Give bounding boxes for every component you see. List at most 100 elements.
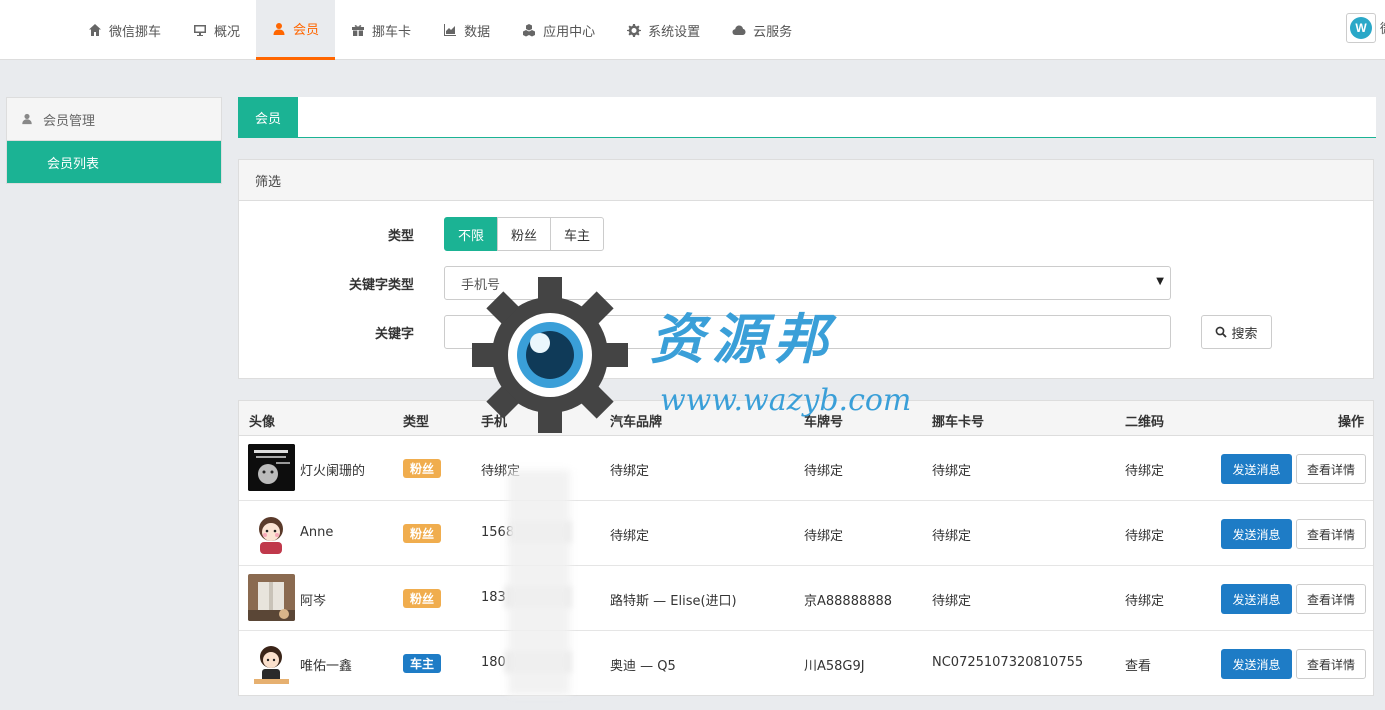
avatar <box>248 574 295 621</box>
filter-keyword-label: 关键字 <box>374 326 414 342</box>
member-car-brand: 奥迪 — Q5 <box>610 659 676 674</box>
member-name: 唯佑一鑫 <box>300 659 353 674</box>
main-content: 会员 筛选 类型 不限 粉丝 车主 关键字类型 手机号 ▼ 关键字 搜索 头像 … <box>238 97 1376 696</box>
keyword-type-value: 手机号 <box>461 277 501 293</box>
nav-item-label: 挪车卡 <box>372 24 412 40</box>
tab-bar: 会员 <box>238 97 1376 138</box>
caret-down-icon: ▼ <box>1156 276 1164 287</box>
member-qrcode: 待绑定 <box>1125 529 1165 544</box>
top-navbar: 微信挪车 概况 会员 挪车卡 数据 应用中心 系统设置 云服务 W <box>0 0 1385 60</box>
filter-keyword-type-label: 关键字类型 <box>348 277 414 293</box>
view-details-button[interactable]: 查看详情 <box>1296 584 1366 614</box>
member-car-brand: 待绑定 <box>610 464 650 479</box>
type-badge: 粉丝 <box>403 459 442 478</box>
keyword-input[interactable] <box>444 315 1171 349</box>
header-avatar: 头像 <box>249 415 276 430</box>
nav-item-move-card[interactable]: 挪车卡 <box>335 0 427 60</box>
search-icon <box>1216 326 1228 338</box>
member-plate: 待绑定 <box>804 529 844 544</box>
type-button-group: 不限 粉丝 车主 <box>444 217 605 251</box>
header-card-number: 挪车卡号 <box>932 415 985 430</box>
nav-item-data[interactable]: 数据 <box>427 0 506 60</box>
header-phone: 手机 <box>481 415 508 430</box>
phone-redaction-strip <box>508 470 570 695</box>
user-avatar[interactable]: W <box>1346 13 1376 43</box>
filter-type-row: 类型 不限 粉丝 车主 <box>239 217 1375 251</box>
member-card-number: 待绑定 <box>932 594 972 609</box>
user-name[interactable]: 微 <box>1380 18 1385 37</box>
member-car-brand: 待绑定 <box>610 529 650 544</box>
user-icon <box>22 113 32 125</box>
filter-panel: 筛选 类型 不限 粉丝 车主 关键字类型 手机号 ▼ 关键字 搜索 <box>238 159 1374 379</box>
keyword-type-select[interactable]: 手机号 ▼ <box>444 266 1171 300</box>
member-card-number: 待绑定 <box>932 464 972 479</box>
desktop-icon <box>193 23 207 37</box>
avatar <box>248 639 295 686</box>
table-row: Anne 粉丝 1568 待绑定 待绑定 待绑定 待绑定 发送消息 查看详情 <box>239 501 1373 566</box>
gear-icon <box>627 23 642 37</box>
send-message-button[interactable]: 发送消息 <box>1221 649 1292 679</box>
send-message-button[interactable]: 发送消息 <box>1221 454 1292 484</box>
nav-item-label: 云服务 <box>753 24 793 40</box>
cubes-icon <box>522 23 536 37</box>
table-row: 阿岑 粉丝 183 路特斯 — Elise(进口) 京A88888888 待绑定… <box>239 566 1373 631</box>
avatar <box>248 444 295 491</box>
search-button[interactable]: 搜索 <box>1201 315 1272 349</box>
nav-item-label: 概况 <box>214 24 241 40</box>
cloud-icon <box>732 23 746 37</box>
header-qrcode: 二维码 <box>1125 415 1165 430</box>
type-badge: 粉丝 <box>403 524 442 543</box>
sidebar-item-member-list[interactable]: 会员列表 <box>7 141 221 183</box>
member-name: 灯火阑珊的 <box>300 464 366 479</box>
send-message-button[interactable]: 发送消息 <box>1221 519 1292 549</box>
nav-item-label: 数据 <box>464 24 491 40</box>
view-details-button[interactable]: 查看详情 <box>1296 649 1366 679</box>
header-plate: 车牌号 <box>804 415 844 430</box>
member-name: 阿岑 <box>300 594 327 609</box>
tab-members[interactable]: 会员 <box>238 97 298 138</box>
view-details-button[interactable]: 查看详情 <box>1296 454 1366 484</box>
nav-item-cloud-service[interactable]: 云服务 <box>716 0 808 60</box>
type-badge: 车主 <box>403 654 442 673</box>
nav-item-app-center[interactable]: 应用中心 <box>506 0 611 60</box>
sidebar-header: 会员管理 <box>7 98 221 141</box>
nav-item-label: 应用中心 <box>543 24 596 40</box>
sidebar: 会员管理 会员列表 <box>6 97 222 184</box>
member-plate: 待绑定 <box>804 464 844 479</box>
home-icon <box>88 23 102 37</box>
main-nav: 微信挪车 概况 会员 挪车卡 数据 应用中心 系统设置 云服务 <box>72 0 808 60</box>
view-details-button[interactable]: 查看详情 <box>1296 519 1366 549</box>
member-table: 头像 类型 手机 汽车品牌 车牌号 挪车卡号 二维码 操作 灯火阑珊的 粉丝 待… <box>238 400 1374 696</box>
member-plate: 京A88888888 <box>804 594 893 609</box>
nav-item-system-settings[interactable]: 系统设置 <box>611 0 716 60</box>
search-button-label: 搜索 <box>1231 326 1258 342</box>
type-option-owner[interactable]: 车主 <box>550 217 605 251</box>
sidebar-item-label: 会员列表 <box>47 156 100 172</box>
member-card-number: NC0725107320810755 <box>932 655 1084 670</box>
member-card-number: 待绑定 <box>932 529 972 544</box>
member-qrcode: 待绑定 <box>1125 594 1165 609</box>
nav-item-members[interactable]: 会员 <box>256 0 336 60</box>
nav-item-label: 微信挪车 <box>109 24 162 40</box>
filter-type-label: 类型 <box>387 228 414 244</box>
avatar <box>248 509 295 556</box>
member-qrcode: 待绑定 <box>1125 464 1165 479</box>
area-chart-icon <box>443 23 457 37</box>
header-car-brand: 汽车品牌 <box>610 415 663 430</box>
table-header: 头像 类型 手机 汽车品牌 车牌号 挪车卡号 二维码 操作 <box>239 401 1373 436</box>
table-row: 唯佑一鑫 车主 180 奥迪 — Q5 川A58G9J NC0725107320… <box>239 631 1373 695</box>
member-plate: 川A58G9J <box>804 659 865 674</box>
filter-keyword-row: 关键字 搜索 <box>239 315 1375 349</box>
filter-panel-title: 筛选 <box>239 160 1373 201</box>
type-option-all[interactable]: 不限 <box>444 217 499 251</box>
nav-item-label: 会员 <box>293 23 320 38</box>
type-option-fan[interactable]: 粉丝 <box>497 217 552 251</box>
view-qrcode-link[interactable]: 查看 <box>1125 655 1151 674</box>
nav-item-wechat-move-car[interactable]: 微信挪车 <box>72 0 177 60</box>
header-type: 类型 <box>403 415 430 430</box>
nav-item-overview[interactable]: 概况 <box>177 0 256 60</box>
table-row: 灯火阑珊的 粉丝 待绑定 待绑定 待绑定 待绑定 待绑定 发送消息 查看详情 <box>239 436 1373 501</box>
brand-logo-icon: W <box>1350 17 1372 39</box>
nav-item-label: 系统设置 <box>648 24 701 40</box>
send-message-button[interactable]: 发送消息 <box>1221 584 1292 614</box>
